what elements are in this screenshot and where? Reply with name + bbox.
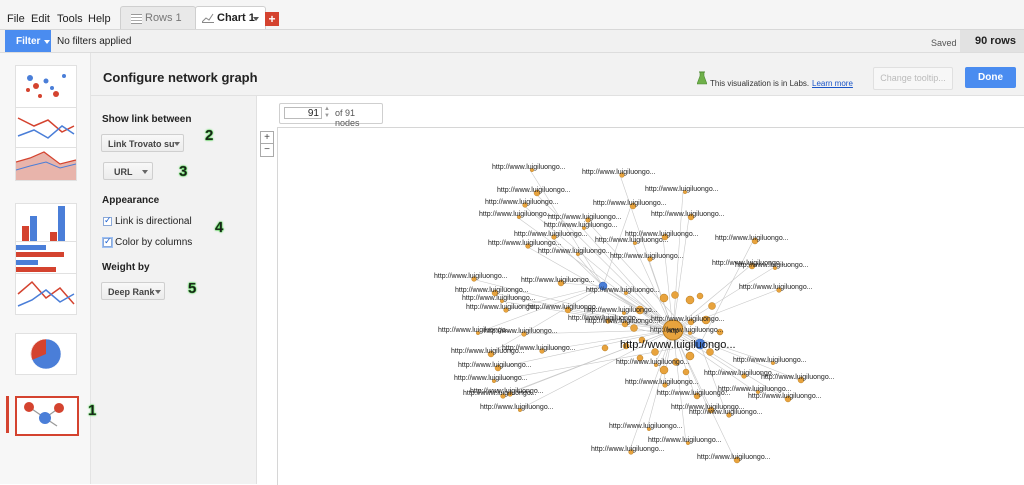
graph-node [682, 368, 690, 376]
network-graph[interactable]: http://www.luigiluongo...http://www.luig… [0, 0, 1024, 484]
graph-node-label: http://www.luigiluongo... [595, 237, 669, 244]
graph-node-label: http://www.luigiluongo... [651, 316, 725, 323]
graph-node-label: http://www.luigiluongo... [585, 318, 659, 325]
graph-node-label: http://www.luigiluongo... [480, 404, 554, 411]
graph-node-label: http://www.luigiluongo... [733, 357, 807, 364]
graph-node-label: http://www.luigiluongo... [625, 379, 699, 386]
graph-node-label: http://www.luigiluongo... [718, 386, 792, 393]
graph-node-label: http://www.luigiluongo... [648, 437, 722, 444]
graph-node-label: http://www.luigiluongo... [544, 222, 618, 229]
graph-node-label: http://www.luigiluongo... [521, 277, 595, 284]
graph-node-label: http://www.luigiluongo... [538, 248, 612, 255]
graph-node-label: http://www.luigiluongo... [434, 273, 508, 280]
graph-node-label: http://www.luigiluongo... [689, 409, 763, 416]
graph-node [659, 293, 669, 303]
graph-node [659, 365, 669, 375]
graph-node-label: http://www.luigiluongo... [748, 393, 822, 400]
graph-node [708, 302, 716, 310]
graph-node-label: http://www.luigiluongo... [591, 446, 665, 453]
graph-node-label: http://www.luigiluongo... [454, 375, 528, 382]
graph-node-label: http://www.luigiluongo... [548, 214, 622, 221]
graph-node-label: http://www.luigiluongo... [451, 348, 525, 355]
graph-node [696, 292, 704, 300]
graph-node-label: http://www.luigiluongo... [610, 253, 684, 260]
graph-node-label: http://www.luigiluongo... [651, 211, 725, 218]
graph-node-label: http://www.luigiluongo... [514, 231, 588, 238]
graph-node-label: http://www.luigiluongo... [497, 187, 571, 194]
graph-node-label: http://www.luigiluongo... [593, 200, 667, 207]
graph-node-label: http://www.luigiluongo... [645, 186, 719, 193]
graph-node [601, 344, 609, 352]
graph-node-label: http://www.luigiluongo... [484, 328, 558, 335]
graph-node [685, 295, 695, 305]
graph-node-label: http://www.luigiluongo... [582, 169, 656, 176]
graph-node [630, 324, 638, 332]
graph-node-label: http://www.luigiluongo... [492, 164, 566, 171]
graph-node-label: http://www.luigiluongo... [584, 307, 658, 314]
graph-node-label: http://www.luigiluongo... [715, 235, 789, 242]
graph-node-label: http://www.luigiluongo... [488, 240, 562, 247]
graph-node-label: http://www.luigiluongo... [739, 284, 813, 291]
graph-node-label: http://www.luigiluongo... [586, 287, 660, 294]
graph-node-label: http://www.luigiluongo... [650, 327, 724, 334]
graph-main-label: http://www.luigiluongo... [620, 339, 736, 351]
graph-node-label: http://www.luigiluongo... [761, 374, 835, 381]
graph-node-label: http://www.luigiluongo... [479, 211, 553, 218]
graph-node-label: http://www.luigiluongo... [697, 454, 771, 461]
graph-node-label: http://www.luigiluongo... [462, 295, 536, 302]
graph-hub-label: http [667, 328, 679, 335]
graph-node [671, 291, 679, 299]
graph-node-label: http://www.luigiluongo... [455, 287, 529, 294]
graph-node-label: http://www.luigiluongo... [485, 199, 559, 206]
graph-node-label: http://www.luigiluongo... [616, 359, 690, 366]
graph-node-label: http://www.luigiluongo... [609, 423, 683, 430]
graph-node-label: http://www.luigiluongo... [735, 262, 809, 269]
graph-node-label: http://www.luigiluongo... [458, 362, 532, 369]
graph-node-label: http://www.luigiluongo... [463, 390, 537, 397]
